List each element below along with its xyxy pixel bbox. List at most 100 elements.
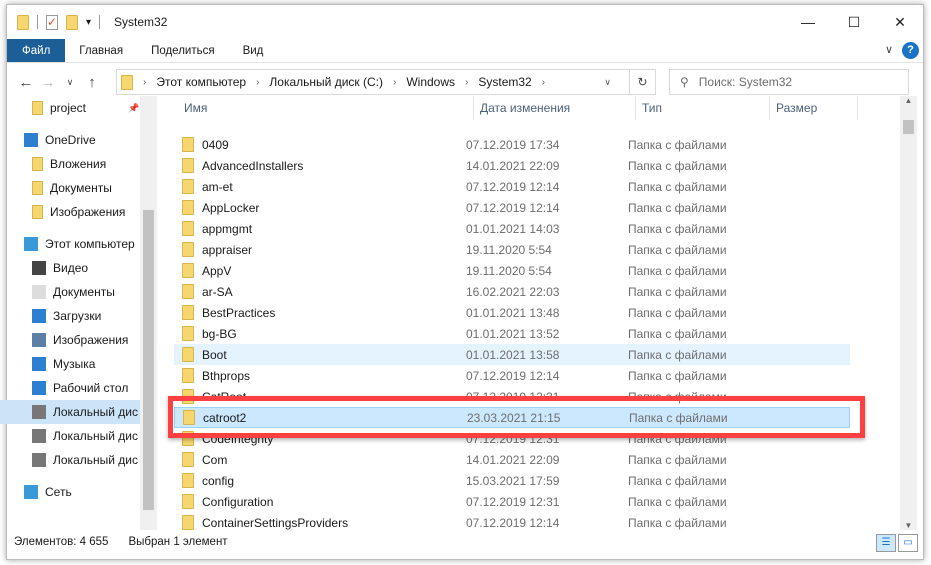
file-type: Папка с файлами [628, 515, 727, 530]
file-list-scrollbar-thumb[interactable] [903, 120, 914, 134]
sidebar-item[interactable]: Изображения [0, 200, 156, 224]
file-type: Папка с файлами [628, 473, 727, 488]
chevron-right-icon[interactable]: › [465, 77, 468, 88]
breadcrumb-this-pc[interactable]: Этот компьютер [156, 75, 246, 89]
tab-home[interactable]: Главная [65, 39, 137, 62]
column-header-type[interactable]: Тип [636, 96, 770, 120]
breadcrumb-system32[interactable]: System32 [478, 75, 531, 89]
large-icons-view-button[interactable]: ▭ [898, 534, 918, 552]
chevron-right-icon[interactable]: › [256, 77, 259, 88]
column-header-name[interactable]: Имя [178, 96, 474, 120]
file-name: bg-BG [202, 326, 237, 341]
folder-icon [32, 181, 43, 195]
tab-share[interactable]: Поделиться [137, 39, 229, 62]
sidebar-item-label: Видео [53, 261, 89, 275]
chevron-right-icon[interactable]: › [393, 77, 396, 88]
file-name: appraiser [202, 242, 253, 257]
file-row[interactable]: ContainerSettingsProviders 07.12.2019 12:… [174, 512, 850, 530]
window-title: System32 [114, 15, 168, 29]
maximize-button[interactable]: ☐ [831, 5, 877, 39]
sidebar-item[interactable]: Изображения [0, 328, 156, 352]
navigation-scrollbar-thumb[interactable] [143, 210, 154, 510]
forward-icon[interactable]: → [37, 74, 59, 91]
sidebar-item[interactable]: Локальный дис [0, 424, 156, 448]
close-button[interactable]: ✕ [877, 5, 923, 39]
file-list-scrollbar[interactable]: ▲ ▼ [900, 96, 917, 530]
recent-locations-icon[interactable]: ∨ [59, 77, 81, 88]
quick-access-dropdown-icon[interactable]: ▾ [86, 17, 91, 28]
folder-icon [182, 284, 194, 299]
column-header-date[interactable]: Дата изменения [474, 96, 636, 120]
file-row[interactable]: appmgmt 01.01.2021 14:03 Папка с файлами [174, 218, 850, 239]
sidebar-item[interactable]: Рабочий стол [0, 376, 156, 400]
sidebar-item[interactable]: Документы [0, 176, 156, 200]
expand-ribbon-icon[interactable]: ∨ [885, 43, 893, 56]
column-header-size[interactable]: Размер [770, 96, 858, 120]
cloud-icon [24, 133, 38, 147]
sidebar-item[interactable]: Загрузки [0, 304, 156, 328]
back-icon[interactable]: ← [15, 74, 37, 91]
details-view-button[interactable]: ☰ [876, 534, 896, 552]
sidebar-item[interactable]: Локальный дис [0, 400, 156, 424]
search-input[interactable]: ⚲ Поиск: System32 [669, 69, 909, 95]
file-date: 07.12.2019 12:14 [466, 515, 560, 530]
breadcrumb-local-disk[interactable]: Локальный диск (C:) [269, 75, 383, 89]
drive-icon [32, 429, 46, 443]
help-icon[interactable]: ? [902, 42, 919, 59]
sidebar-item[interactable]: project 📌 [0, 96, 156, 120]
properties-icon[interactable]: ✓ [46, 14, 58, 30]
folder-icon [182, 515, 194, 530]
minimize-button[interactable]: — [785, 5, 831, 39]
chevron-right-icon[interactable]: › [542, 77, 545, 88]
sidebar-item-label: Документы [50, 181, 112, 195]
file-type: Папка с файлами [628, 326, 727, 341]
sidebar-item[interactable]: Музыка [0, 352, 156, 376]
sidebar-item[interactable]: Локальный дис [0, 448, 156, 472]
file-row[interactable]: BestPractices 01.01.2021 13:48 Папка с фай… [174, 302, 850, 323]
file-row[interactable]: AppLocker 07.12.2019 12:14 Папка с файлами [174, 197, 850, 218]
file-row[interactable]: config 15.03.2021 17:59 Папка с файлами [174, 470, 850, 491]
new-folder-icon[interactable] [66, 14, 78, 30]
file-name: Com [202, 452, 228, 467]
sidebar-item[interactable]: OneDrive [0, 128, 156, 152]
file-row[interactable]: Bthprops 07.12.2019 12:14 Папка с файлами [174, 365, 850, 386]
file-row[interactable]: ar-SA 16.02.2021 22:03 Папка с файлами [174, 281, 850, 302]
file-name: am-et [202, 179, 233, 194]
pin-icon[interactable]: 📌 [128, 103, 139, 114]
folder-icon [182, 158, 194, 173]
folder-icon [17, 14, 29, 30]
tab-view[interactable]: Вид [229, 39, 278, 62]
chevron-right-icon[interactable]: › [143, 77, 146, 88]
file-row[interactable]: bg-BG 01.01.2021 13:52 Папка с файлами [174, 323, 850, 344]
file-row[interactable]: Boot 01.01.2021 13:58 Папка с файлами [174, 344, 850, 365]
sidebar-item[interactable]: Видео [0, 256, 156, 280]
file-name: AppV [202, 263, 232, 278]
tab-file[interactable]: Файл [7, 39, 66, 62]
address-bar[interactable]: › Этот компьютер › Локальный диск (C:) ›… [116, 69, 656, 95]
sidebar-item[interactable]: Вложения [0, 152, 156, 176]
breadcrumb-windows[interactable]: Windows [406, 75, 455, 89]
folder-icon [182, 494, 194, 509]
up-icon[interactable]: ↑ [81, 74, 103, 91]
file-row[interactable]: Com 14.01.2021 22:09 Папка с файлами [174, 449, 850, 470]
sidebar-item[interactable]: Этот компьютер [0, 232, 156, 256]
divider [37, 15, 38, 29]
file-row[interactable]: am-et 07.12.2019 12:14 Папка с файлами [174, 176, 850, 197]
divider [99, 15, 101, 29]
refresh-button[interactable]: ↻ [629, 70, 655, 94]
scroll-down-icon[interactable]: ▼ [900, 521, 917, 530]
file-row[interactable]: 0409 07.12.2019 17:34 Папка с файлами [174, 134, 850, 155]
scroll-up-icon[interactable]: ▲ [900, 96, 917, 105]
file-row[interactable]: AdvancedInstallers 14.01.2021 22:09 Папка … [174, 155, 850, 176]
sidebar-item[interactable]: Документы [0, 280, 156, 304]
file-date: 14.01.2021 22:09 [466, 158, 560, 173]
sidebar-item[interactable]: Сеть [0, 480, 156, 504]
file-row[interactable]: Configuration 07.12.2019 12:31 Папка с фай… [174, 491, 850, 512]
folder-icon [182, 305, 194, 320]
file-type: Папка с файлами [628, 347, 727, 362]
address-dropdown-icon[interactable]: ∨ [604, 77, 611, 88]
music-icon [32, 357, 46, 371]
file-row[interactable]: appraiser 19.11.2020 5:54 Папка с файлами [174, 239, 850, 260]
file-date: 07.12.2019 12:14 [466, 179, 560, 194]
file-row[interactable]: AppV 19.11.2020 5:54 Папка с файлами [174, 260, 850, 281]
